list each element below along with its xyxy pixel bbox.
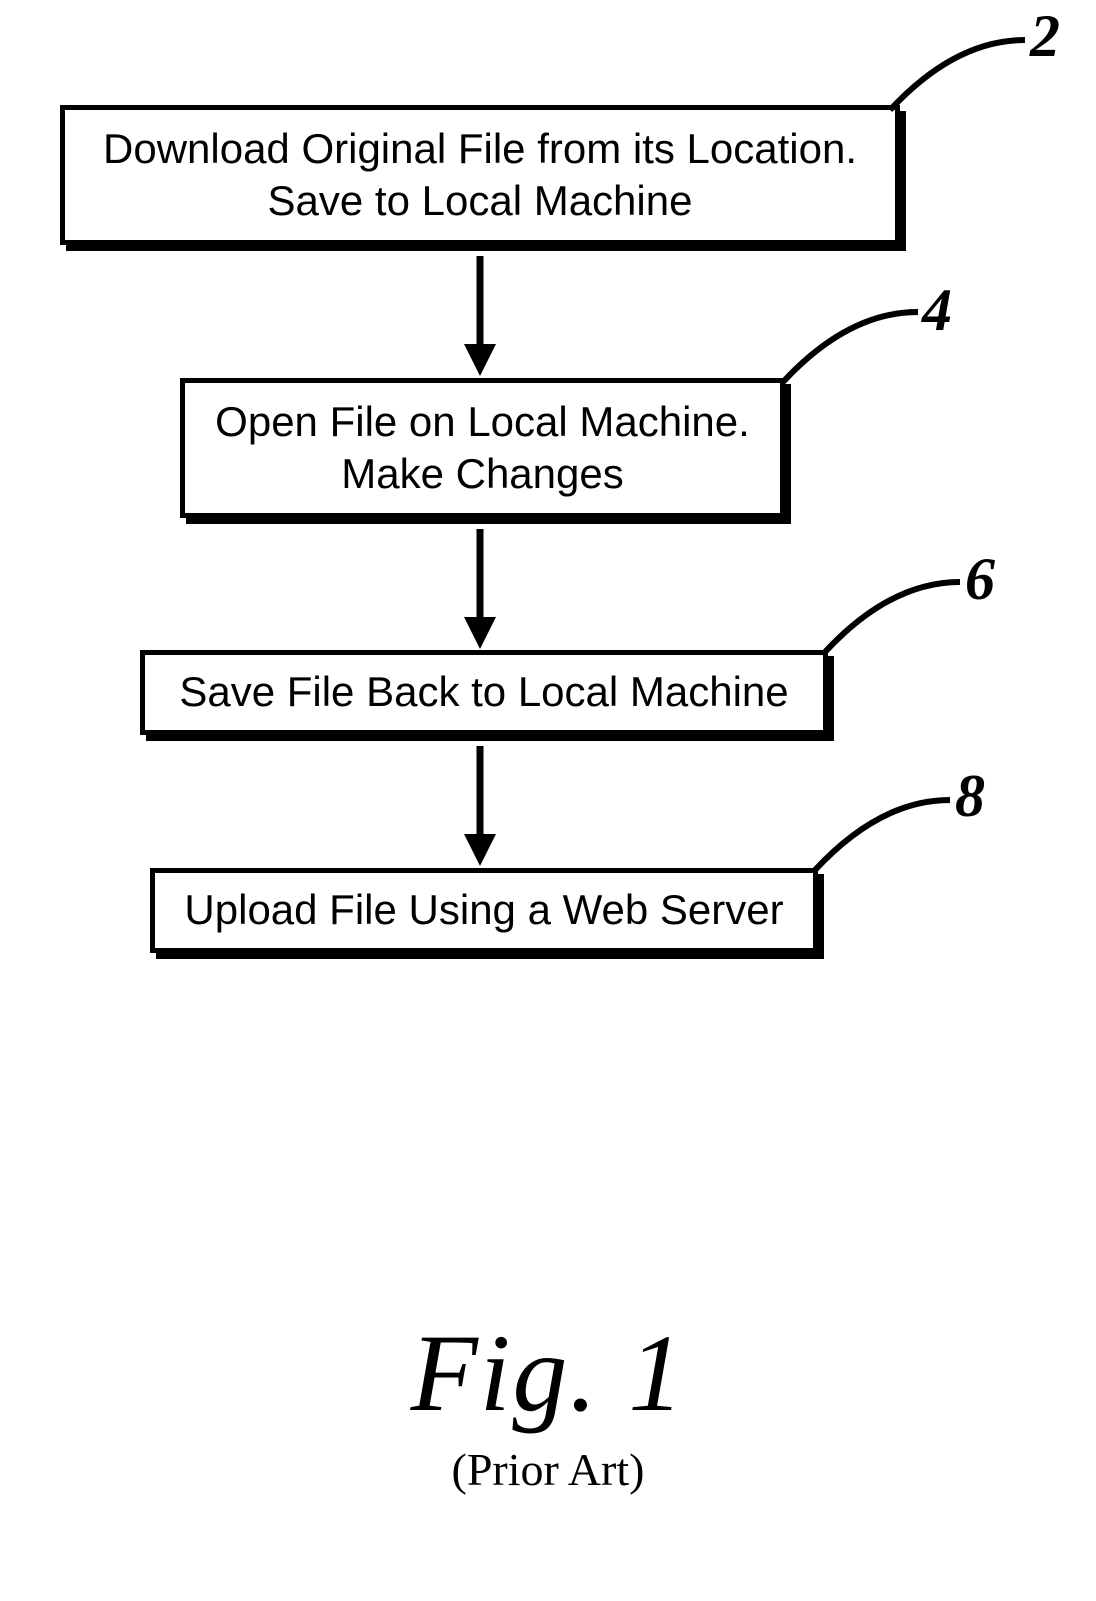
flow-step-4: Upload File Using a Web Server	[150, 868, 818, 953]
figure-title: Fig. 1	[0, 1310, 1096, 1437]
step-3-line-1: Save File Back to Local Machine	[179, 666, 788, 719]
step-1-line-2: Save to Local Machine	[268, 175, 693, 228]
figure-caption: Fig. 1 (Prior Art)	[0, 1310, 1096, 1496]
step-2-line-2: Make Changes	[341, 448, 624, 501]
ref-label-2: 2	[1030, 2, 1060, 71]
flow-step-3: Save File Back to Local Machine	[140, 650, 828, 735]
flow-step-1: Download Original File from its Location…	[60, 105, 900, 245]
step-4-line-1: Upload File Using a Web Server	[184, 884, 783, 937]
ref-label-4: 4	[922, 276, 952, 345]
figure-subtitle: (Prior Art)	[0, 1443, 1096, 1496]
arrow-3-4	[460, 746, 500, 866]
arrow-1-2	[460, 256, 500, 376]
arrow-2-3	[460, 529, 500, 649]
step-2-line-1: Open File on Local Machine.	[215, 396, 750, 449]
step-1-line-1: Download Original File from its Location…	[103, 123, 857, 176]
flow-step-2: Open File on Local Machine. Make Changes	[180, 378, 785, 518]
flowchart-canvas: Download Original File from its Location…	[0, 0, 1096, 1601]
ref-label-8: 8	[955, 762, 985, 831]
ref-label-6: 6	[965, 545, 995, 614]
